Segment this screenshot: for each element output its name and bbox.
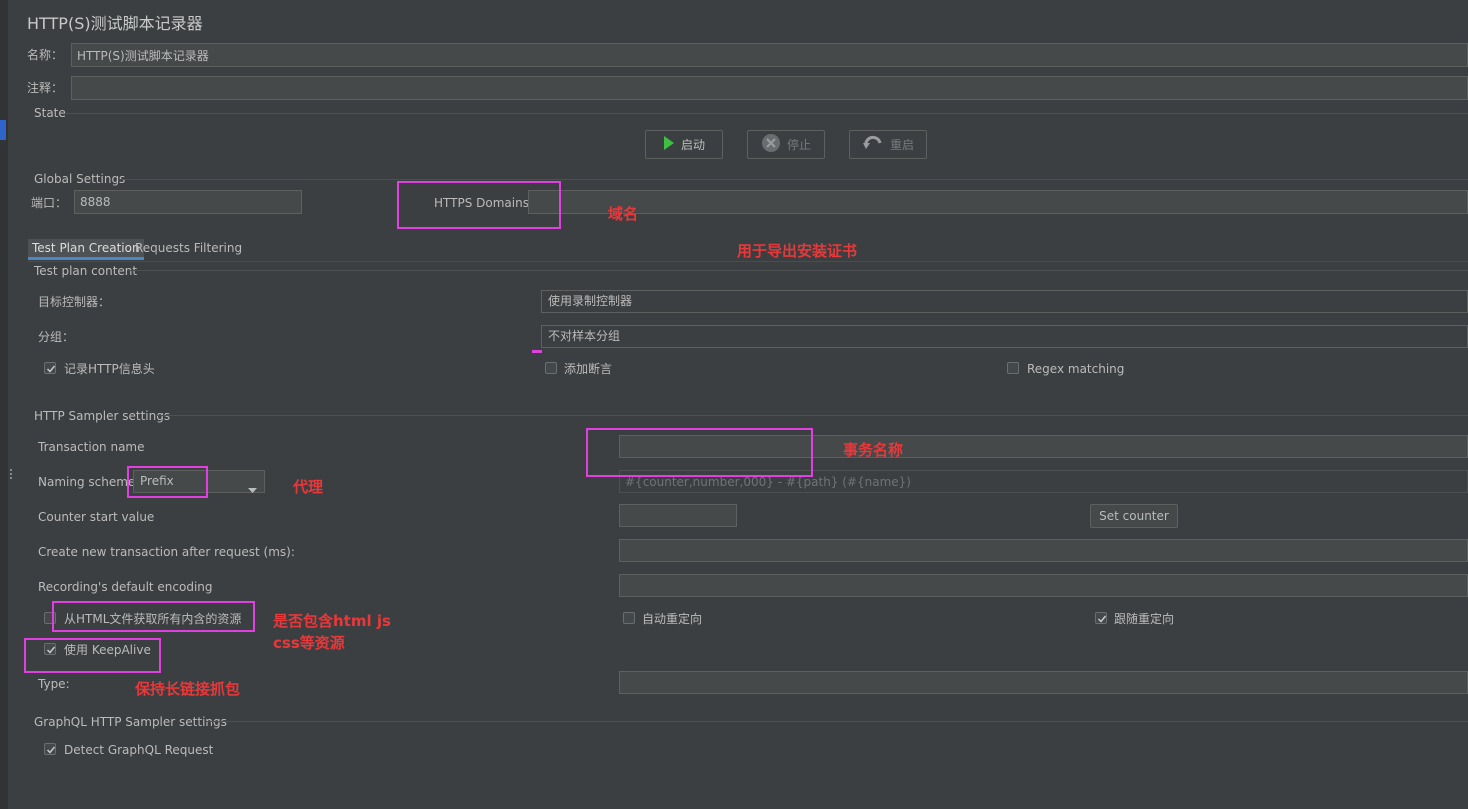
type-label: Type: bbox=[38, 677, 70, 691]
naming-scheme-label: Naming scheme bbox=[38, 475, 136, 489]
counter-start-input[interactable] bbox=[619, 504, 737, 527]
annotation-domain: 域名 bbox=[608, 205, 639, 223]
port-label: 端口： bbox=[31, 196, 68, 210]
gutter-selection-marker bbox=[0, 120, 6, 140]
add-assertions-label: 添加断言 bbox=[564, 362, 613, 376]
global-separator bbox=[118, 179, 1468, 180]
annotation-box-naming-scheme bbox=[127, 466, 208, 498]
detect-graphql-checkbox[interactable] bbox=[44, 743, 56, 755]
regex-matching-checkbox[interactable] bbox=[1007, 362, 1019, 374]
annotation-box-keepalive bbox=[24, 638, 161, 673]
page-title: HTTP(S)测试脚本记录器 bbox=[27, 14, 203, 33]
auto-redirect-checkbox[interactable] bbox=[623, 612, 635, 624]
stop-button[interactable]: 停止 bbox=[747, 130, 825, 159]
detect-graphql-label: Detect GraphQL Request bbox=[64, 743, 214, 757]
restart-button[interactable]: 重启 bbox=[849, 130, 927, 159]
start-button[interactable]: 启动 bbox=[645, 130, 723, 159]
state-separator bbox=[66, 113, 1468, 114]
transaction-name-label: Transaction name bbox=[38, 440, 145, 454]
annotation-html-line1: 是否包含html js bbox=[273, 612, 391, 630]
stop-icon bbox=[761, 133, 781, 156]
follow-redirect-label: 跟随重定向 bbox=[1114, 612, 1175, 626]
annotation-proxy: 代理 bbox=[293, 478, 324, 496]
stop-label: 停止 bbox=[786, 138, 811, 152]
restart-icon bbox=[862, 134, 884, 155]
comment-label: 注释： bbox=[27, 81, 64, 95]
graphql-separator bbox=[206, 721, 1468, 722]
port-input[interactable] bbox=[74, 190, 302, 214]
tab-requests-filtering[interactable]: Requests Filtering bbox=[135, 239, 242, 257]
name-label: 名称： bbox=[27, 48, 64, 62]
tab-test-plan-creation[interactable]: Test Plan Creation bbox=[28, 239, 144, 260]
default-encoding-input[interactable] bbox=[619, 574, 1468, 597]
record-headers-label: 记录HTTP信息头 bbox=[64, 362, 155, 376]
state-section-label: State bbox=[34, 106, 66, 120]
grouping-select[interactable]: 不对样本分组 bbox=[541, 325, 1468, 348]
test-plan-content-label: Test plan content bbox=[34, 264, 138, 278]
tabs-separator bbox=[28, 261, 1468, 262]
auto-redirect-label: 自动重定向 bbox=[642, 612, 703, 626]
restart-label: 重启 bbox=[889, 138, 914, 152]
annotation-box-transaction-name bbox=[586, 428, 813, 477]
set-counter-button[interactable]: Set counter bbox=[1090, 504, 1178, 528]
add-assertions-checkbox[interactable] bbox=[545, 362, 557, 374]
follow-redirect-checkbox[interactable] bbox=[1095, 612, 1107, 624]
annotation-box-https-domains bbox=[397, 181, 561, 229]
splitter-handle[interactable] bbox=[9, 468, 13, 484]
grouping-label: 分组： bbox=[38, 330, 75, 344]
target-controller-label: 目标控制器： bbox=[38, 295, 111, 309]
annotation-transaction-name: 事务名称 bbox=[843, 441, 904, 459]
name-input[interactable] bbox=[71, 43, 1468, 67]
annotation-cert: 用于导出安装证书 bbox=[737, 242, 858, 260]
target-controller-select[interactable]: 使用录制控制器 bbox=[541, 290, 1468, 313]
type-input[interactable] bbox=[619, 671, 1468, 694]
annotation-keepalive: 保持长链接抓包 bbox=[135, 680, 241, 698]
comment-input[interactable] bbox=[71, 76, 1468, 100]
create-transaction-label: Create new transaction after request (ms… bbox=[38, 545, 295, 559]
regex-matching-label: Regex matching bbox=[1027, 362, 1125, 376]
start-label: 启动 bbox=[680, 138, 705, 152]
counter-start-label: Counter start value bbox=[38, 510, 155, 524]
annotation-html-line2: css等资源 bbox=[273, 634, 345, 652]
https-domains-input[interactable] bbox=[528, 190, 1468, 214]
plan-separator bbox=[128, 270, 1468, 271]
default-encoding-label: Recording's default encoding bbox=[38, 580, 213, 594]
create-transaction-input[interactable] bbox=[619, 539, 1468, 562]
annotation-mark bbox=[532, 350, 542, 353]
chevron-down-icon bbox=[248, 479, 257, 499]
http-sampler-section-label: HTTP Sampler settings bbox=[34, 409, 171, 423]
sampler-separator bbox=[156, 415, 1468, 416]
play-icon bbox=[663, 136, 675, 153]
annotation-box-retrieve-resources bbox=[52, 601, 255, 632]
global-settings-label: Global Settings bbox=[34, 172, 126, 186]
graphql-section-label: GraphQL HTTP Sampler settings bbox=[34, 715, 227, 729]
record-headers-checkbox[interactable] bbox=[44, 362, 56, 374]
